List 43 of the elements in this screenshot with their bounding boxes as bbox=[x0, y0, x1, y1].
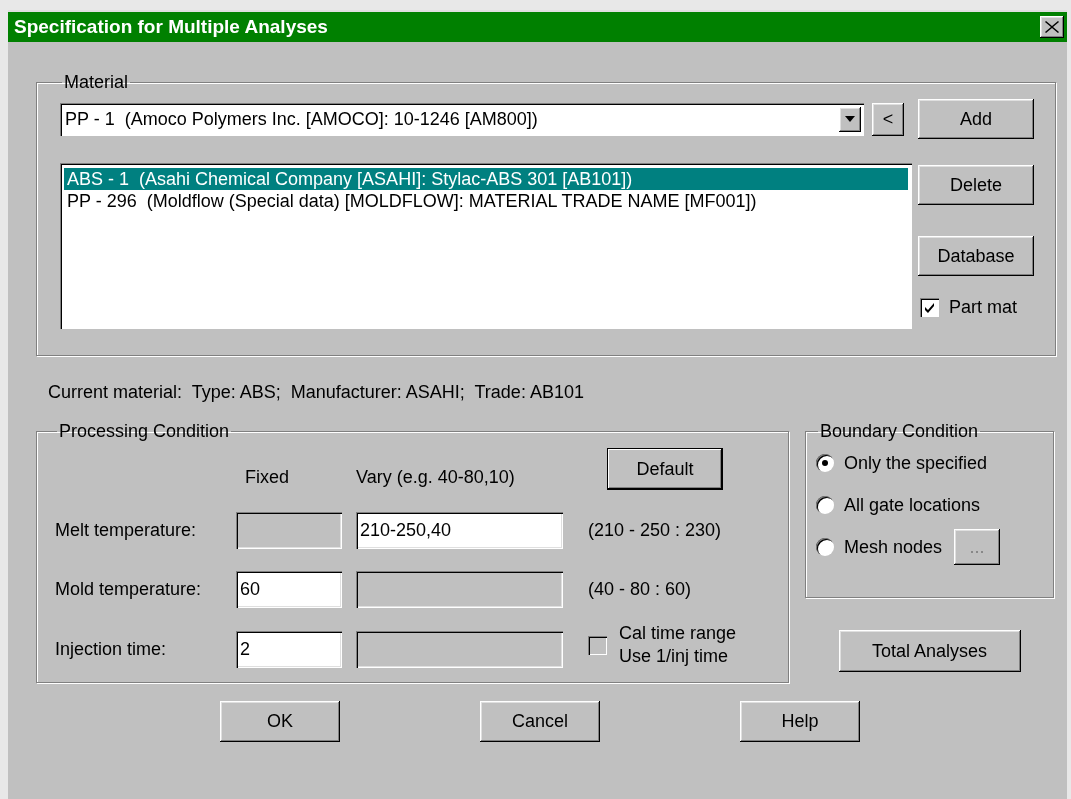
window-title: Specification for Multiple Analyses bbox=[14, 16, 328, 38]
range-text: (210 - 250 : 230) bbox=[588, 520, 722, 540]
checkbox-label: Use 1/inj time bbox=[619, 645, 730, 668]
dropdown-button[interactable] bbox=[839, 106, 861, 132]
group-label: Material bbox=[63, 72, 130, 93]
caret-icon bbox=[845, 116, 855, 122]
field-label: Injection time: bbox=[55, 638, 168, 660]
fixed-field[interactable]: 60 bbox=[236, 571, 342, 608]
radio-label: All gate locations bbox=[844, 494, 981, 516]
default-button[interactable]: Default bbox=[607, 448, 723, 490]
close-button[interactable] bbox=[1040, 16, 1064, 38]
group-label: Processing Condition bbox=[58, 421, 231, 442]
vary-field[interactable]: 210-250,40 bbox=[356, 512, 563, 549]
add-button[interactable]: Add bbox=[918, 99, 1034, 139]
side-button[interactable]: Delete bbox=[918, 165, 1034, 205]
dialog-button[interactable]: Cancel bbox=[480, 701, 600, 742]
back-button[interactable]: < bbox=[872, 102, 904, 136]
dialog-button[interactable]: Help bbox=[740, 701, 860, 742]
checkbox-label: Cal time range bbox=[619, 622, 737, 645]
column-header: Vary (e.g. 40-80,10) bbox=[356, 467, 516, 489]
list-item[interactable]: PP - 296 (Moldflow (Special data) [MOLDFLOW]: MATERIAL TRADE NAME [MF001]) bbox=[64, 190, 908, 212]
total-analyses-button[interactable]: Total Analyses bbox=[838, 630, 1021, 672]
checkbox-label: Part mat bbox=[949, 297, 1018, 318]
radio-button[interactable] bbox=[816, 496, 834, 514]
checkbox[interactable] bbox=[920, 298, 939, 317]
fixed-field[interactable]: 2 bbox=[236, 630, 342, 668]
close-icon bbox=[1045, 21, 1059, 33]
field-label: Melt temperature: bbox=[55, 520, 198, 541]
radio-button[interactable] bbox=[816, 454, 834, 472]
column-header: Fixed bbox=[244, 467, 290, 489]
side-button[interactable]: Database bbox=[918, 236, 1034, 276]
radio-label: Mesh nodes bbox=[844, 536, 943, 558]
material-dropdown[interactable]: PP - 1 (Amoco Polymers Inc. [AMOCO]: 10-1246 [AM800]) bbox=[60, 102, 864, 136]
check-icon bbox=[923, 301, 936, 314]
radio-button[interactable] bbox=[816, 538, 834, 556]
checkbox[interactable] bbox=[588, 635, 607, 655]
field-label: Mold temperature: bbox=[55, 579, 203, 600]
list-item[interactable]: ABS - 1 (Asahi Chemical Company [ASAHI]: Stylac-ABS 301 [AB101]) bbox=[64, 168, 908, 190]
dialog-button[interactable]: OK bbox=[220, 701, 340, 742]
current-material-text: Current material: Type: ABS; Manufacturer: ASAHI; Trade: AB101 bbox=[48, 382, 585, 403]
radio-label: Only the specified bbox=[844, 452, 988, 474]
group-label: Boundary Condition bbox=[819, 421, 980, 442]
range-text: (40 - 80 : 60) bbox=[588, 579, 692, 599]
